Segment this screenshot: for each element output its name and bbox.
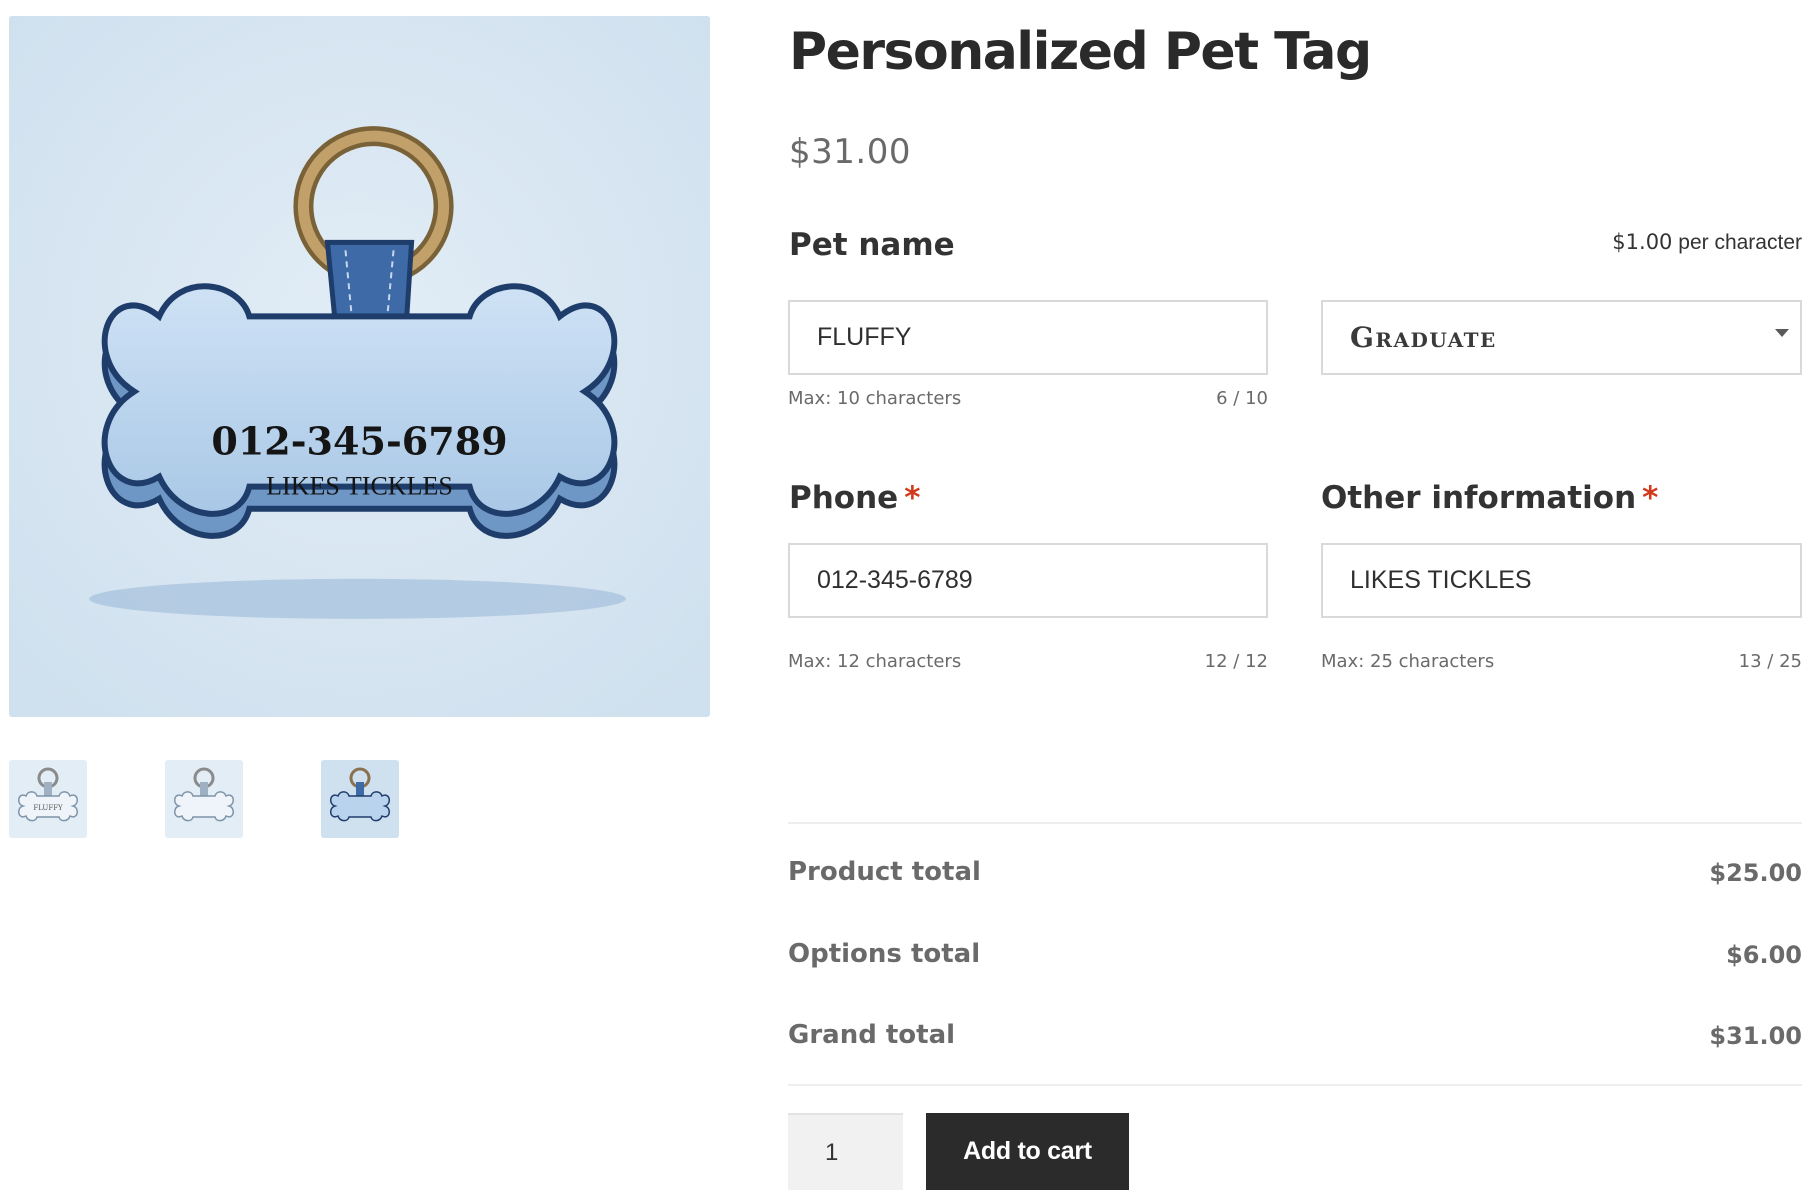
pet-name-char-count: 6 / 10: [1216, 388, 1268, 409]
grand-total-label: Grand total: [788, 1020, 956, 1050]
totals-divider-top: [788, 822, 1802, 824]
grand-total-value: $31.00: [1709, 1022, 1802, 1050]
add-to-cart-button[interactable]: Add to cart: [926, 1113, 1129, 1190]
font-select[interactable]: Graduate: [1321, 300, 1802, 375]
phone-label: Phone *: [789, 480, 920, 516]
tag-info-text: LIKES TICKLES: [266, 472, 453, 501]
other-information-label-text: Other information: [1321, 480, 1637, 516]
phone-max-hint: Max: 12 characters: [788, 651, 962, 672]
tag-phone-text: 012-345-6789: [211, 419, 507, 464]
options-total-value: $6.00: [1726, 941, 1802, 969]
per-character-price: $1.00 per character: [1612, 230, 1802, 255]
pet-name-max-hint: Max: 10 characters: [788, 388, 962, 409]
pet-tag-thumbnail-icon: [321, 760, 399, 838]
required-asterisk: *: [904, 480, 921, 516]
product-summary: Personalized Pet Tag $31.00 Pet name $1.…: [788, 0, 1802, 1200]
pet-tag-illustration: 012-345-6789 LIKES TICKLES: [9, 16, 710, 717]
other-information-label: Other information *: [1321, 480, 1658, 516]
other-information-max-hint: Max: 25 characters: [1321, 651, 1495, 672]
pet-tag-thumbnail-icon: [165, 760, 243, 838]
pet-name-input[interactable]: [788, 300, 1268, 375]
thumbnail-3[interactable]: [321, 760, 399, 838]
required-asterisk: *: [1642, 480, 1659, 516]
product-main-image[interactable]: 012-345-6789 LIKES TICKLES: [9, 16, 710, 717]
phone-char-count: 12 / 12: [1204, 651, 1268, 672]
thumbnail-1-text: FLUFFY: [33, 804, 63, 812]
product-price: $31.00: [789, 132, 911, 172]
thumbnail-2[interactable]: [165, 760, 243, 838]
chevron-down-icon: [1775, 329, 1789, 337]
per-character-unit: per character: [1678, 231, 1802, 254]
totals-divider-bottom: [788, 1084, 1802, 1086]
phone-label-text: Phone: [789, 480, 899, 516]
product-total-label: Product total: [788, 857, 981, 887]
quantity-input[interactable]: [788, 1113, 903, 1190]
product-total-value: $25.00: [1709, 859, 1802, 887]
thumbnail-1[interactable]: FLUFFY: [9, 760, 87, 838]
pet-tag-thumbnail-icon: FLUFFY: [9, 760, 87, 838]
options-total-label: Options total: [788, 939, 981, 969]
other-information-input[interactable]: [1321, 543, 1802, 618]
other-information-char-count: 13 / 25: [1738, 651, 1802, 672]
product-title: Personalized Pet Tag: [789, 22, 1372, 82]
font-select-value: Graduate: [1350, 321, 1497, 354]
phone-input[interactable]: [788, 543, 1268, 618]
pet-name-label: Pet name: [789, 227, 955, 263]
per-character-amount: $1.00: [1612, 230, 1673, 254]
